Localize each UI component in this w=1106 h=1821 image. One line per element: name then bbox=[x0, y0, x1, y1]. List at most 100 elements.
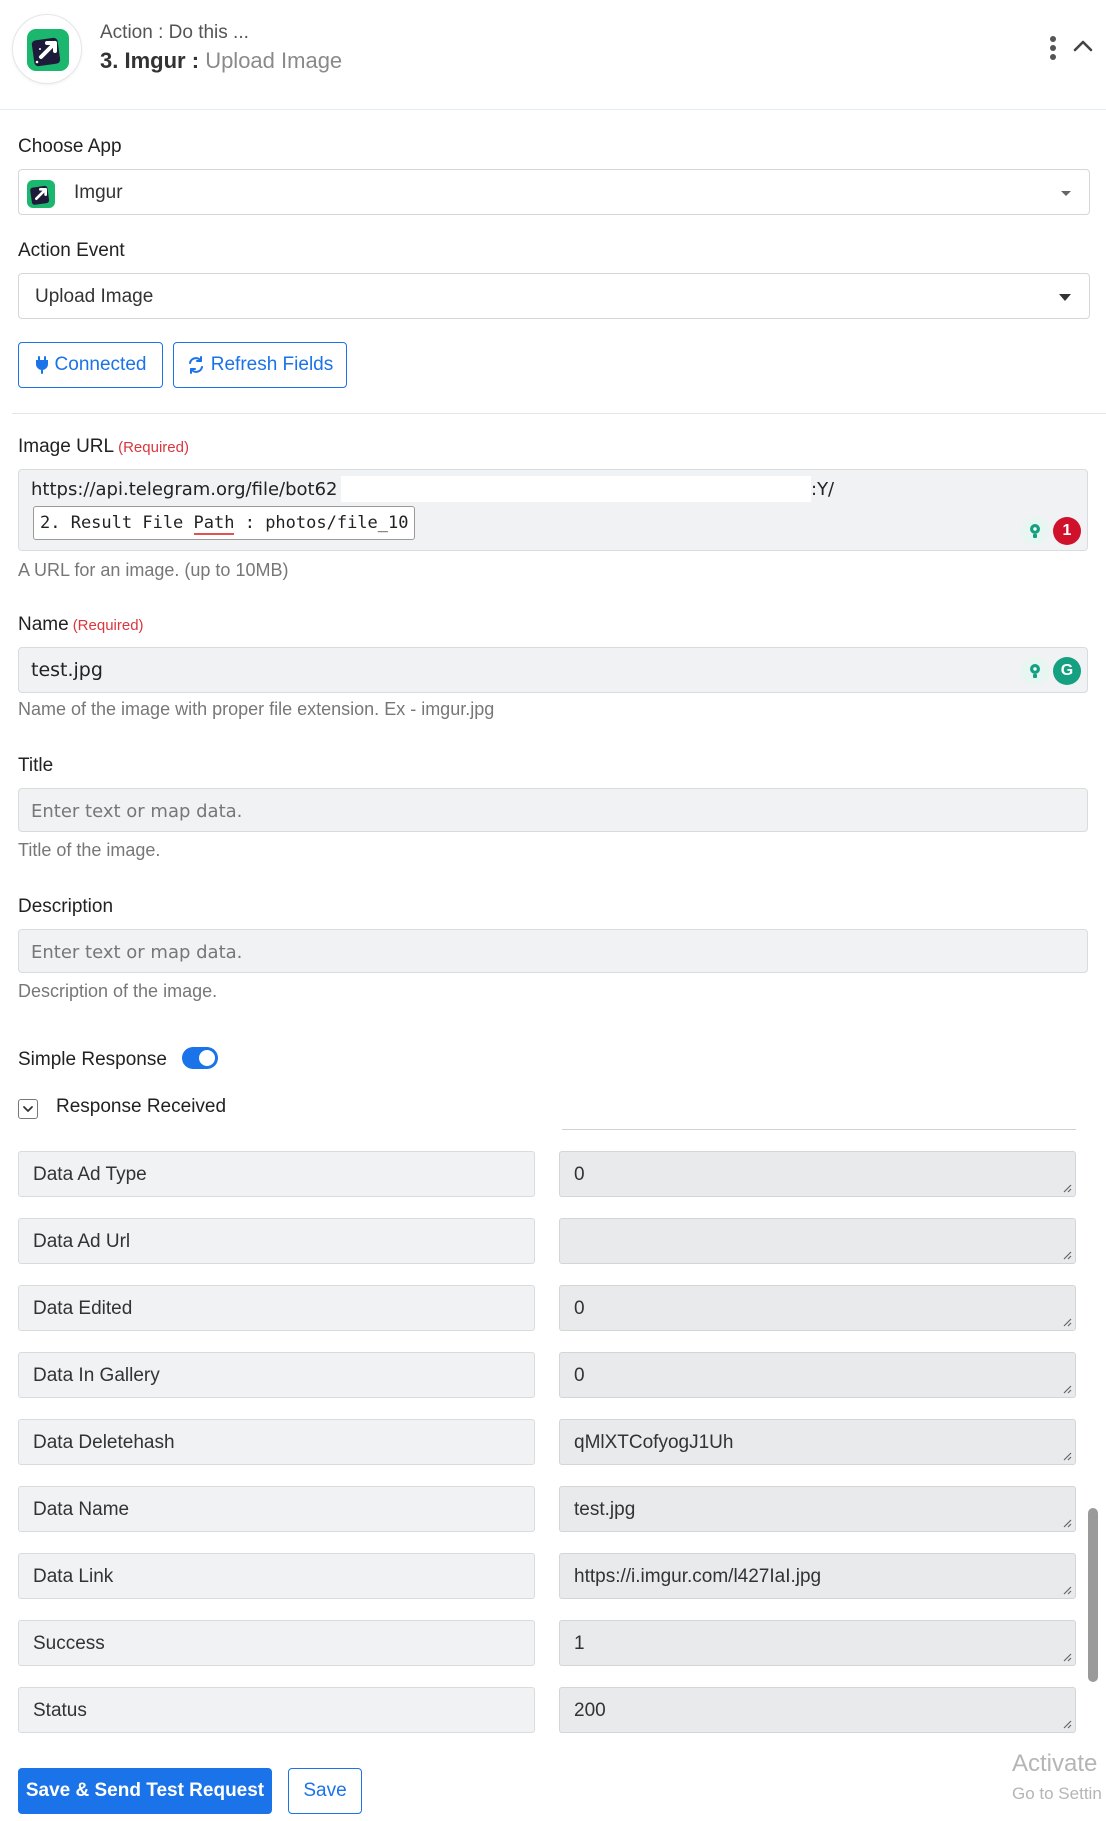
response-row: Data Name test.jpg bbox=[18, 1486, 1078, 1532]
response-key: Data Ad Type bbox=[33, 1164, 147, 1185]
connected-button[interactable]: Connected bbox=[18, 342, 163, 388]
description-field[interactable]: Enter text or map data. bbox=[18, 929, 1088, 973]
chevron-down-icon bbox=[23, 1106, 33, 1112]
chip-suffix: : photos/file_10 bbox=[234, 513, 409, 533]
refresh-fields-button[interactable]: Refresh Fields bbox=[173, 342, 347, 388]
response-value-field[interactable]: 0 bbox=[559, 1285, 1076, 1331]
resize-grip-icon[interactable] bbox=[1062, 1652, 1072, 1662]
title-label: Title bbox=[18, 755, 54, 776]
response-value-field[interactable]: 1 bbox=[559, 1620, 1076, 1666]
chip-underlined: Path bbox=[193, 513, 235, 535]
name-label: Name (Required) bbox=[18, 614, 144, 636]
response-key-field[interactable]: Status bbox=[18, 1687, 535, 1733]
response-list[interactable]: Data Ad Type 0 Data Ad Url Data Edited 0 Data… bbox=[0, 1126, 1106, 1744]
response-row: Success 1 bbox=[18, 1620, 1078, 1666]
response-row: Data Deletehash qMlXTCofyogJ1Uh bbox=[18, 1419, 1078, 1465]
step-app-name: Imgur bbox=[124, 48, 186, 73]
action-event-select[interactable]: Upload Image bbox=[18, 273, 1090, 319]
step-title: 3. Imgur : Upload Image bbox=[100, 48, 342, 74]
response-key-field[interactable]: Data Edited bbox=[18, 1285, 535, 1331]
lightbulb-icon[interactable] bbox=[1021, 517, 1049, 545]
response-value-field[interactable]: 200 bbox=[559, 1687, 1076, 1733]
description-help: Description of the image. bbox=[18, 981, 218, 1001]
resize-grip-icon[interactable] bbox=[1062, 1384, 1072, 1394]
image-url-value-end: :Y/ bbox=[811, 479, 835, 500]
refresh-fields-label: Refresh Fields bbox=[210, 354, 334, 375]
refresh-icon bbox=[188, 356, 203, 374]
lightbulb-icon[interactable] bbox=[1021, 657, 1049, 685]
title-field[interactable]: Enter text or map data. bbox=[18, 788, 1088, 832]
response-value: qMlXTCofyogJ1Uh bbox=[574, 1432, 734, 1453]
response-row: Data In Gallery 0 bbox=[18, 1352, 1078, 1398]
imgur-app-icon bbox=[27, 29, 69, 71]
grammarly-icon[interactable]: G bbox=[1053, 657, 1081, 685]
description-label: Description bbox=[18, 896, 114, 917]
resize-grip-icon[interactable] bbox=[1062, 1250, 1072, 1260]
resize-grip-icon[interactable] bbox=[1062, 1451, 1072, 1461]
chevron-up-icon[interactable] bbox=[1070, 34, 1096, 58]
title-help: Title of the image. bbox=[18, 840, 161, 860]
save-send-test-button[interactable]: Save & Send Test Request bbox=[18, 1768, 272, 1814]
response-key: Data Link bbox=[33, 1566, 114, 1587]
plug-icon bbox=[35, 356, 48, 374]
response-value-field[interactable]: test.jpg bbox=[559, 1486, 1076, 1532]
action-event-label: Action Event bbox=[18, 240, 125, 261]
resize-grip-icon[interactable] bbox=[1062, 1317, 1072, 1327]
response-key-field[interactable]: Data Link bbox=[18, 1553, 535, 1599]
redacted-block bbox=[341, 476, 811, 502]
simple-response-toggle[interactable] bbox=[182, 1047, 218, 1069]
grammarly-alert-badge[interactable]: 1 bbox=[1053, 517, 1081, 545]
response-key-field[interactable]: Data Ad Type bbox=[18, 1151, 535, 1197]
image-url-label-text: Image URL bbox=[18, 436, 115, 457]
response-value: test.jpg bbox=[574, 1499, 636, 1520]
response-key-field[interactable]: Data Deletehash bbox=[18, 1419, 535, 1465]
image-url-field[interactable]: https://api.telegram.org/file/bot62 :Y/ … bbox=[18, 469, 1088, 551]
scrollbar[interactable] bbox=[1088, 1128, 1098, 1682]
choose-app-value: Imgur bbox=[74, 182, 123, 203]
resize-grip-icon[interactable] bbox=[1062, 1719, 1072, 1729]
resize-grip-icon[interactable] bbox=[1062, 1183, 1072, 1193]
choose-app-label: Choose App bbox=[18, 136, 122, 157]
mapped-field-chip[interactable]: 2. Result File Path : photos/file_10 bbox=[33, 506, 416, 540]
response-received-collapse[interactable] bbox=[18, 1099, 38, 1119]
response-row: Data Ad Type 0 bbox=[18, 1151, 1078, 1197]
response-value-field[interactable]: 0 bbox=[559, 1352, 1076, 1398]
choose-app-select[interactable]: Imgur bbox=[18, 169, 1090, 215]
response-key: Status bbox=[33, 1700, 87, 1721]
response-value: 0 bbox=[574, 1164, 585, 1185]
response-key-field[interactable]: Data Name bbox=[18, 1486, 535, 1532]
response-value-field[interactable]: 0 bbox=[559, 1151, 1076, 1197]
response-value: 0 bbox=[574, 1365, 585, 1386]
name-field[interactable]: test.jpg G bbox=[18, 647, 1088, 693]
image-url-label: Image URL (Required) bbox=[18, 436, 189, 458]
section-divider bbox=[12, 413, 1106, 414]
response-key: Data Name bbox=[33, 1499, 130, 1520]
resize-grip-icon[interactable] bbox=[1062, 1585, 1072, 1595]
description-placeholder: Enter text or map data. bbox=[31, 942, 243, 963]
action-event-value: Upload Image bbox=[35, 286, 154, 307]
response-key-field[interactable]: Success bbox=[18, 1620, 535, 1666]
grammarly-icons: G bbox=[1021, 657, 1081, 685]
required-marker: (Required) bbox=[72, 617, 144, 634]
kebab-menu-icon[interactable] bbox=[1046, 36, 1060, 60]
title-placeholder: Enter text or map data. bbox=[31, 801, 243, 822]
name-help: Name of the image with proper file exten… bbox=[18, 699, 495, 719]
response-key-field[interactable]: Data In Gallery bbox=[18, 1352, 535, 1398]
save-button[interactable]: Save bbox=[288, 1768, 362, 1814]
response-value-field[interactable]: https://i.imgur.com/l427IaI.jpg bbox=[559, 1553, 1076, 1599]
activation-watermark-subtitle: Go to Settin bbox=[1012, 1784, 1102, 1803]
response-key: Data Deletehash bbox=[33, 1432, 175, 1453]
response-value: https://i.imgur.com/l427IaI.jpg bbox=[574, 1566, 822, 1587]
name-value: test.jpg bbox=[31, 659, 103, 681]
step-header[interactable]: Action : Do this ... 3. Imgur : Upload I… bbox=[0, 0, 1106, 110]
response-value-field[interactable]: qMlXTCofyogJ1Uh bbox=[559, 1419, 1076, 1465]
response-key-field[interactable]: Data Ad Url bbox=[18, 1218, 535, 1264]
resize-grip-icon[interactable] bbox=[1062, 1518, 1072, 1528]
response-value-field[interactable] bbox=[559, 1218, 1076, 1264]
response-row: Status 200 bbox=[18, 1687, 1078, 1733]
step-event-name: Upload Image bbox=[205, 48, 343, 73]
response-key: Data Edited bbox=[33, 1298, 133, 1319]
scrollbar-thumb[interactable] bbox=[1088, 1508, 1098, 1682]
step-number: 3. bbox=[100, 48, 119, 73]
response-value: 0 bbox=[574, 1298, 585, 1319]
